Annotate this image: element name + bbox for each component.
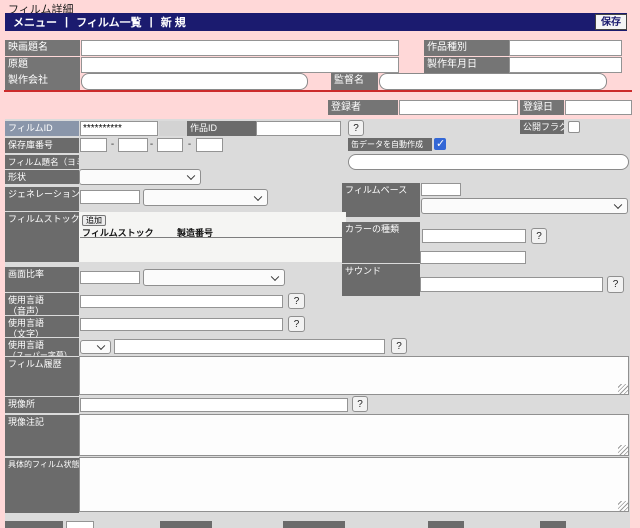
work-type-label: 作品種別 [424,40,509,56]
developing-lab-help-button[interactable]: ? [352,396,368,412]
production-company-input[interactable] [81,73,308,90]
storage-dash: - [108,138,117,152]
color-type-label: カラーの種類 [342,222,420,263]
cutoff-row-stub [66,521,94,528]
aspect-ratio-input[interactable] [80,271,140,284]
storage-number-input-1[interactable] [80,138,107,152]
aspect-ratio-select[interactable] [143,269,285,286]
cutoff-row-stub [428,521,464,528]
film-condition-label: 具体的フィルム状態 [5,458,79,513]
cutoff-row-stub [5,521,63,528]
director-input[interactable] [379,73,607,90]
registrant-input[interactable] [399,100,518,115]
movie-title-input[interactable] [81,40,399,56]
film-id-input[interactable] [80,121,158,136]
film-id-help-button[interactable]: ? [348,120,364,136]
section-divider [4,90,632,92]
sound-help-button[interactable]: ? [607,276,624,293]
menu-item-new[interactable]: 新 規 [161,14,186,30]
production-date-label: 製作年月日 [424,57,509,73]
director-label: 監督名 [331,73,378,90]
language-text-label: 使用言語（文字） [5,316,79,337]
public-flag-label: 公開フラグ [520,120,564,134]
film-base-label: フィルムベース [342,183,420,217]
work-id-label: 作品ID [187,121,256,136]
developing-lab-label: 現像所 [5,397,79,413]
film-id-label: フィルムID [5,121,79,136]
color-type-help-button[interactable]: ? [531,228,547,244]
can-auto-create-checkbox[interactable] [434,138,446,150]
storage-dash: - [185,138,194,152]
generation-label: ジェネレーション [5,187,79,211]
language-text-input[interactable] [80,318,283,331]
registration-date-input[interactable] [565,100,632,115]
menu-item-film-list[interactable]: フィルム一覧 [76,14,142,30]
film-history-textarea[interactable] [79,356,629,395]
menu-separator: | [150,16,153,28]
sound-input[interactable] [420,277,603,292]
sound-input-small[interactable] [420,251,526,264]
chevron-down-icon [614,201,622,209]
language-subtitle-select[interactable] [80,340,111,354]
language-audio-help-button[interactable]: ? [288,293,305,309]
generation-select[interactable] [143,189,268,206]
menubar: メニュー | フィルム一覧 | 新 規 [5,13,627,31]
cutoff-row-stub [160,521,212,528]
language-text-help-button[interactable]: ? [288,316,305,332]
cutoff-row-stub [540,521,566,528]
language-subtitle-help-button[interactable]: ? [391,338,407,354]
language-audio-input[interactable] [80,295,283,308]
film-condition-textarea[interactable] [79,457,629,512]
language-audio-label: 使用言語（音声） [5,293,79,315]
registrant-label: 登録者 [328,100,398,115]
original-title-input[interactable] [81,57,399,73]
add-stock-button[interactable]: 追加 [82,215,106,226]
chevron-down-icon [254,192,262,200]
title-yomi-label: フィルム題名（ヨミ） [5,155,79,169]
storage-number-label: 保存庫番号 [5,138,79,153]
public-flag-checkbox[interactable] [568,121,580,133]
film-id-spacer [159,121,187,136]
developing-lab-input[interactable] [80,398,348,412]
original-title-label: 原題 [5,57,80,73]
storage-number-input-4[interactable] [196,138,223,152]
storage-number-input-3[interactable] [157,138,183,152]
color-type-input[interactable] [422,229,526,243]
shape-select[interactable] [79,169,201,185]
menu-item-menu[interactable]: メニュー [13,14,57,30]
production-company-label: 製作会社 [5,73,80,90]
chevron-down-icon [97,342,105,350]
film-stock-label: フィルムストック [5,212,79,262]
storage-dash: - [147,138,156,152]
menu-separator: | [65,16,68,28]
title-yomi-input[interactable] [348,154,629,170]
cutoff-row-stub [283,521,345,528]
sound-label: サウンド [342,264,420,296]
developing-notes-label: 現像注記 [5,415,79,456]
aspect-ratio-label: 画面比率 [5,267,79,292]
work-id-input[interactable] [256,121,341,136]
film-detail-page: フィルム詳細 メニュー | フィルム一覧 | 新 規 保存 映画題名 作品種別 … [0,0,640,528]
chevron-down-icon [271,272,279,280]
can-auto-create-label: 缶データを自動作成 [348,138,432,151]
generation-input[interactable] [80,190,140,204]
film-base-select[interactable] [421,198,628,214]
storage-number-input-2[interactable] [118,138,148,152]
production-date-input[interactable] [509,57,622,73]
save-button[interactable]: 保存 [595,14,627,30]
movie-title-label: 映画題名 [5,40,80,56]
shape-label: 形状 [5,170,79,184]
language-subtitle-input[interactable] [114,339,385,354]
stock-divider [80,237,345,238]
registration-date-label: 登録日 [520,100,564,115]
film-history-label: フィルム履歴 [5,357,79,396]
chevron-down-icon [187,172,195,180]
language-subtitle-label: 使用言語（スーパー字幕） [5,338,79,356]
film-base-input[interactable] [421,183,461,196]
work-type-input[interactable] [509,40,622,56]
developing-notes-textarea[interactable] [79,414,629,456]
